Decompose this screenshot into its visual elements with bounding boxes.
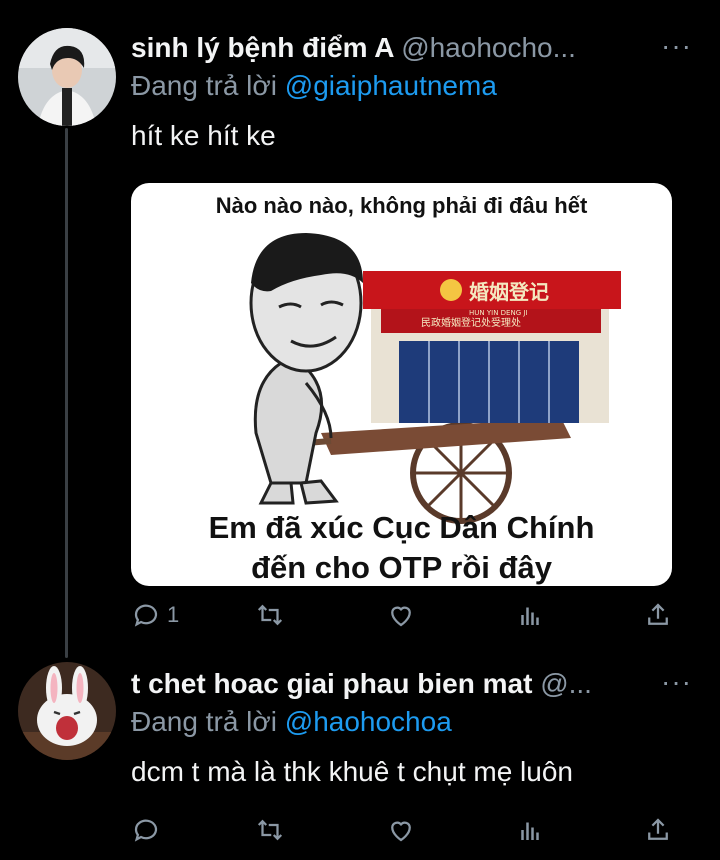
analytics-icon bbox=[521, 607, 539, 625]
tweet-text: dcm t mà là thk khuê t chụt mẹ luôn bbox=[131, 756, 573, 787]
more-options-icon[interactable]: ··· bbox=[661, 668, 692, 696]
meme-caption-bottom: Em đã xúc Cục Dân Chính đến cho OTP rồi … bbox=[131, 508, 672, 586]
share-button[interactable] bbox=[643, 813, 673, 847]
meme-caption-line2: đến cho OTP rồi đây bbox=[251, 550, 552, 585]
thread-line bbox=[65, 128, 68, 658]
user-handle[interactable]: @haohocho... bbox=[401, 32, 576, 63]
avatar-photo bbox=[18, 28, 116, 126]
mention-link[interactable]: @giaiphautnema bbox=[285, 70, 497, 101]
like-button[interactable] bbox=[386, 813, 416, 847]
share-icon bbox=[648, 603, 668, 625]
replying-label: Đang trả lời bbox=[131, 70, 285, 101]
share-icon bbox=[648, 818, 668, 840]
tweet-header: sinh lý bệnh điểm A @haohocho... ··· bbox=[131, 32, 700, 68]
like-button[interactable] bbox=[386, 598, 416, 632]
avatar[interactable] bbox=[18, 28, 116, 126]
display-name[interactable]: t chet hoac giai phau bien mat @... bbox=[131, 668, 592, 700]
tweet-text: hít ke hít ke bbox=[131, 120, 276, 151]
analytics-icon bbox=[521, 822, 539, 840]
reply-button[interactable]: 1 bbox=[131, 598, 179, 632]
sign-text: 婚姻登记 bbox=[469, 280, 549, 304]
replying-to: Đang trả lời @haohochoa bbox=[131, 706, 700, 742]
display-name[interactable]: sinh lý bệnh điểm A @haohocho... bbox=[131, 32, 576, 64]
meme-caption-line1: Em đã xúc Cục Dân Chính bbox=[208, 510, 595, 545]
avatar[interactable] bbox=[18, 662, 116, 760]
retweet-button[interactable] bbox=[255, 813, 285, 847]
share-button[interactable] bbox=[643, 598, 673, 632]
tweet-header: t chet hoac giai phau bien mat @... ··· bbox=[131, 668, 700, 704]
analytics-button[interactable] bbox=[515, 598, 545, 632]
heart-icon bbox=[391, 821, 411, 842]
retweet-icon bbox=[257, 604, 283, 626]
replying-label: Đang trả lời bbox=[131, 706, 285, 737]
analytics-button[interactable] bbox=[515, 813, 545, 847]
user-handle[interactable]: @... bbox=[540, 668, 592, 699]
reply-icon bbox=[134, 604, 158, 627]
banner-text: 民政婚姻登记处受理处 bbox=[421, 316, 521, 329]
tweet-actions: 1 bbox=[131, 598, 676, 632]
heart-icon bbox=[391, 606, 411, 627]
reply-icon bbox=[134, 819, 158, 842]
tweet-actions bbox=[131, 813, 676, 847]
avatar-photo bbox=[18, 662, 116, 760]
retweet-button[interactable] bbox=[255, 598, 285, 632]
tweet-image[interactable]: Nào nào nào, không phải đi đâu hết 婚姻登记 … bbox=[131, 183, 672, 586]
more-options-icon[interactable]: ··· bbox=[661, 32, 692, 60]
reply-count: 1 bbox=[167, 602, 180, 627]
reply-button[interactable] bbox=[131, 813, 167, 847]
sign-subtext: HUN YIN DENG JI bbox=[469, 309, 527, 317]
replying-to: Đang trả lời @giaiphautnema bbox=[131, 70, 700, 106]
mention-link[interactable]: @haohochoa bbox=[285, 706, 452, 737]
retweet-icon bbox=[257, 819, 283, 841]
